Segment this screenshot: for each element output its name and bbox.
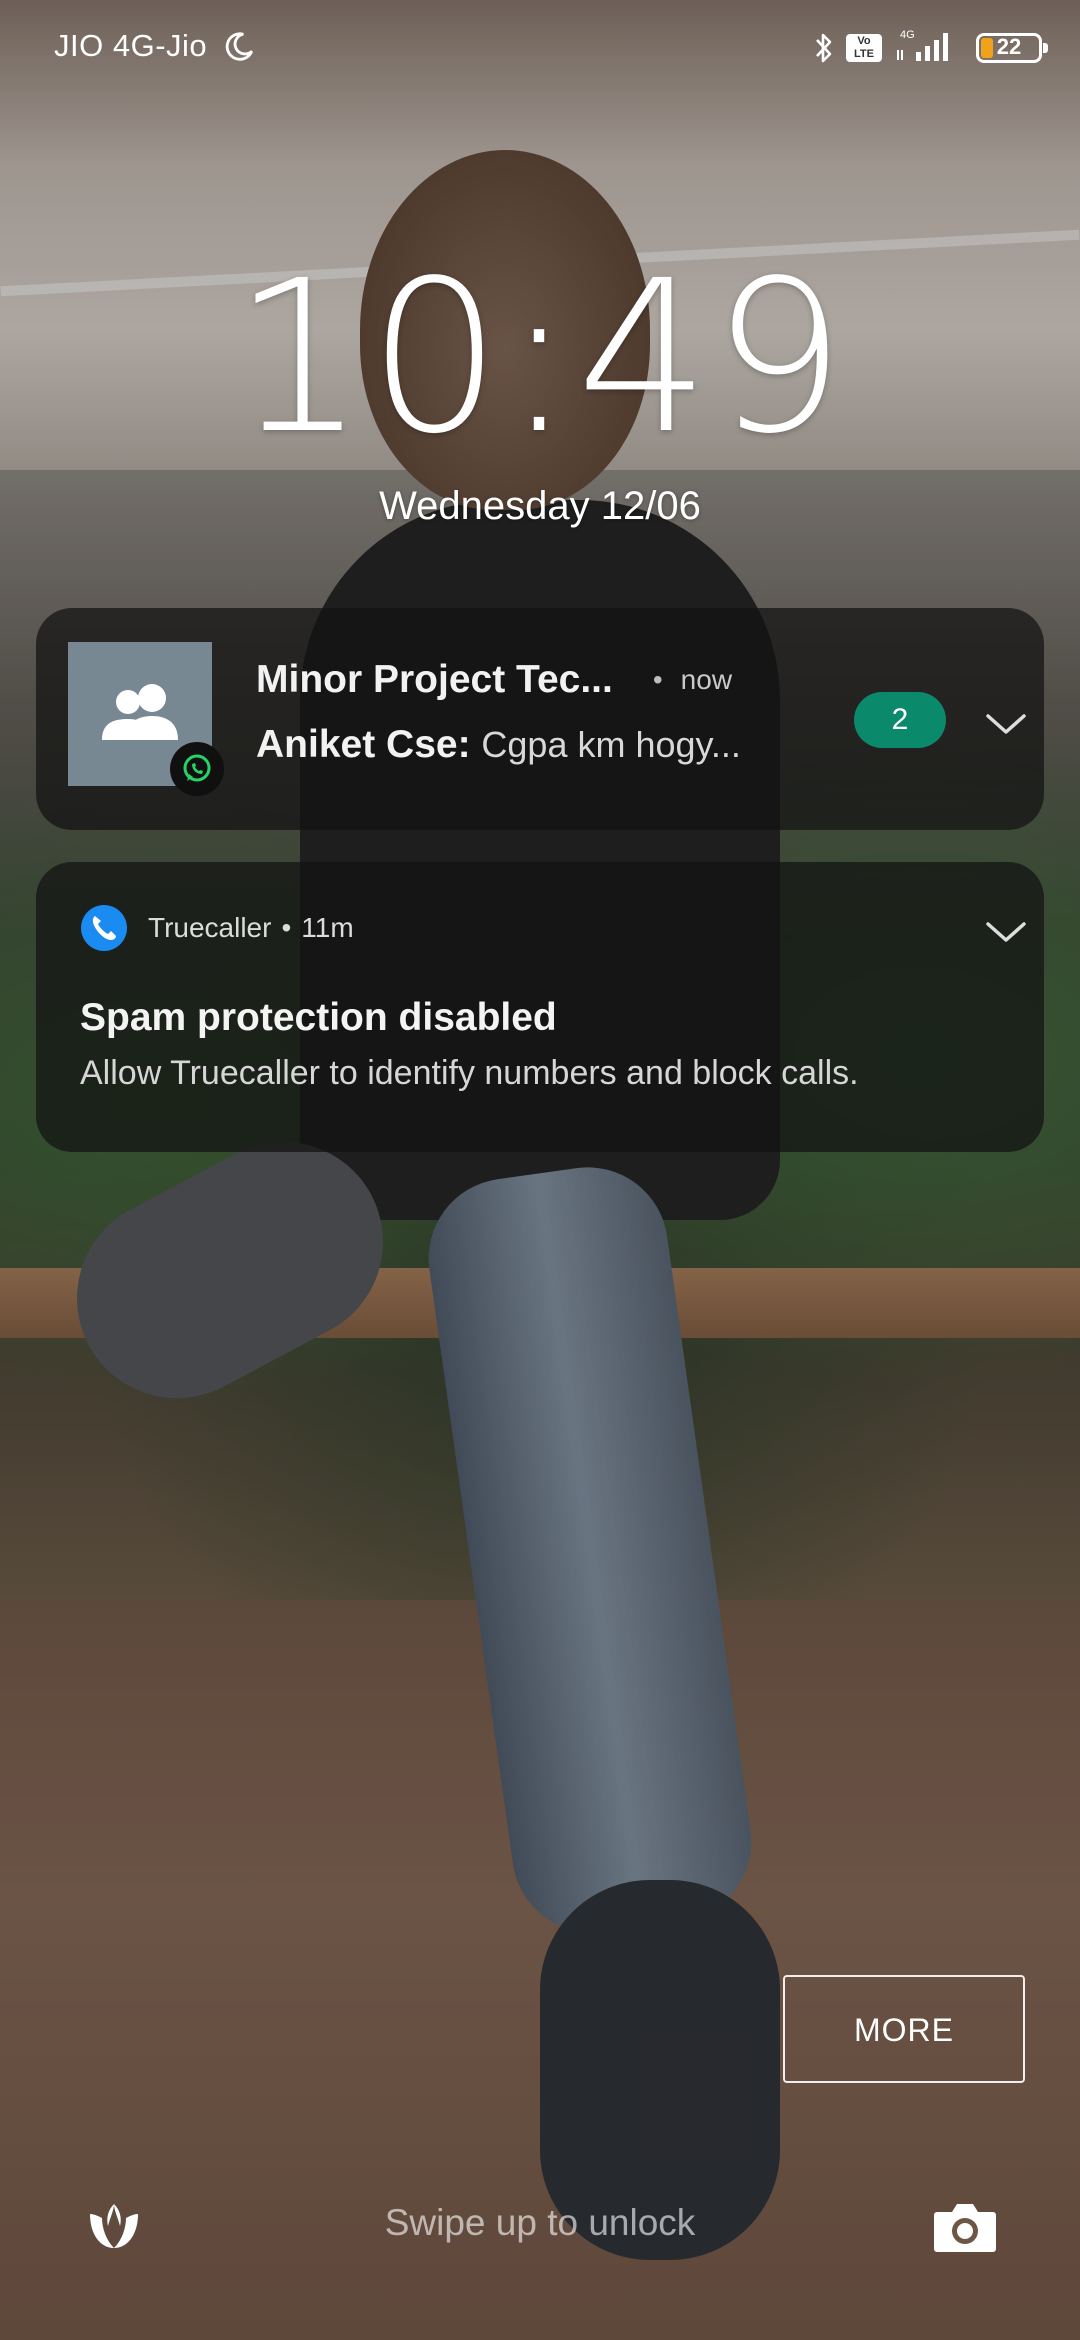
notification-time: 11m xyxy=(301,912,354,943)
moon-icon xyxy=(225,32,254,61)
whatsapp-icon xyxy=(170,742,224,796)
bluetooth-icon xyxy=(814,31,834,65)
chevron-down-icon[interactable] xyxy=(984,710,1028,738)
app-name: Truecaller xyxy=(148,912,272,943)
battery-tip xyxy=(1043,43,1048,53)
notification-title: Minor Project Tec... xyxy=(256,658,613,701)
notification-body: Allow Truecaller to identify numbers and… xyxy=(80,1054,859,1092)
separator-dot: • xyxy=(281,912,292,943)
network-type-label: 4G xyxy=(900,29,915,41)
chevron-down-icon[interactable] xyxy=(984,918,1028,946)
notification-truecaller[interactable]: Truecaller • 11m Spam protection disabled … xyxy=(36,862,1044,1152)
volte-icon: Vo LTE xyxy=(846,34,882,62)
notification-header: Truecaller • 11m xyxy=(148,912,354,944)
lockscreen-clock: 10:49 xyxy=(232,235,848,480)
separator-dot: • xyxy=(652,664,663,695)
notification-message-row: Aniket Cse: Cgpa km hogy... xyxy=(256,723,844,767)
camera-icon[interactable] xyxy=(932,2200,998,2254)
notification-whatsapp[interactable]: Minor Project Tec... • now Aniket Cse: C… xyxy=(36,608,1044,830)
message-text: Cgpa km hogy... xyxy=(481,724,741,765)
notification-title: Spam protection disabled xyxy=(80,996,557,1039)
carrier-label: JIO 4G-Jio xyxy=(54,28,208,63)
swipe-up-hint: Swipe up to unlock xyxy=(384,2202,696,2243)
status-bar: JIO 4G-Jio Vo LTE 4G 22 xyxy=(0,0,1080,96)
signal-icon: 4G xyxy=(894,28,958,69)
message-sender: Aniket Cse: xyxy=(256,723,471,766)
truecaller-icon xyxy=(81,905,127,951)
lockscreen-date: Wednesday 12/06 xyxy=(379,484,701,528)
notification-header: Minor Project Tec... • now xyxy=(256,658,864,702)
status-icons: Vo LTE 4G 22 xyxy=(814,28,1048,69)
notification-time: now xyxy=(680,664,733,695)
battery-level: 22 xyxy=(996,34,1022,59)
battery-icon: 22 xyxy=(976,33,1048,63)
lock-screen: JIO 4G-Jio Vo LTE 4G 22 10:49 Wednesday … xyxy=(0,0,1080,2340)
more-button[interactable]: MORE xyxy=(783,1975,1025,2083)
message-count-badge: 2 xyxy=(854,692,946,748)
